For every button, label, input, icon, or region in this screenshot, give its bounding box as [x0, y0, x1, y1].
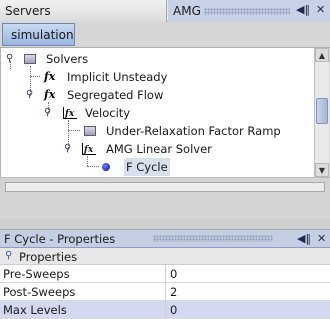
property-name: Max Levels	[3, 303, 67, 317]
tab-servers[interactable]: Servers	[0, 0, 167, 22]
close-icon[interactable]: ✕	[316, 3, 325, 16]
collapse-icon[interactable]: ⚲	[6, 54, 13, 64]
tree-item-label: Implicit Unsteady	[67, 70, 168, 84]
tree-item-f-cycle[interactable]: F Cycle	[1, 158, 314, 176]
scroll-down-icon[interactable]: ▼	[315, 163, 329, 177]
tab-amg-label: AMG	[173, 4, 201, 18]
scroll-up-icon[interactable]: ▲	[315, 48, 329, 62]
collapse-icon[interactable]: ⚲	[64, 144, 71, 154]
column-separator	[165, 283, 166, 301]
object-tree[interactable]: ⚲ Solvers fx Implicit Unsteady ⚲ fx Segr…	[0, 48, 314, 177]
tree-item-velocity[interactable]: ⚲ fx Velocity	[1, 104, 314, 122]
column-separator	[165, 301, 166, 319]
column-separator	[165, 265, 166, 283]
property-value[interactable]: 2	[170, 285, 177, 299]
tree-scrollbar[interactable]: ▲ ▼	[314, 48, 329, 177]
property-name: Pre-Sweeps	[3, 267, 70, 281]
velocity-icon: fx	[63, 107, 77, 119]
top-tab-bar: Servers AMG ◀‖ ✕	[0, 0, 330, 22]
drag-grip-icon[interactable]	[204, 8, 290, 15]
scroll-thumb[interactable]	[316, 98, 328, 124]
function-icon: fx	[44, 70, 56, 83]
property-row-max-levels[interactable]: Max Levels 0	[0, 301, 330, 319]
collapse-icon[interactable]: ⚲	[5, 250, 12, 261]
property-row-pre-sweeps[interactable]: Pre-Sweeps 0	[0, 265, 330, 283]
tab-servers-label: Servers	[5, 4, 51, 18]
velocity-icon: fx	[82, 143, 96, 155]
tree-item-under-relaxation-factor-ramp[interactable]: Under-Relaxation Factor Ramp	[1, 122, 314, 140]
tree-item-implicit-unsteady[interactable]: fx Implicit Unsteady	[1, 68, 314, 86]
close-icon[interactable]: ✕	[317, 232, 326, 245]
property-value[interactable]: 0	[170, 303, 177, 317]
collapse-icon[interactable]: ⚲	[44, 108, 51, 118]
tree-item-segregated-flow[interactable]: ⚲ fx Segregated Flow	[1, 86, 314, 104]
drag-grip-icon[interactable]	[153, 235, 273, 242]
properties-title: F Cycle - Properties	[4, 232, 116, 246]
pin-panel-icon[interactable]: ◀‖	[296, 3, 310, 16]
tree-item-amg-linear-solver[interactable]: ⚲ fx AMG Linear Solver	[1, 140, 314, 158]
tree-item-label: F Cycle	[124, 158, 170, 176]
tree-item-label: Solvers	[46, 52, 89, 66]
panel-divider[interactable]	[0, 219, 330, 230]
collapse-icon[interactable]: ⚲	[26, 90, 33, 100]
simulation-button[interactable]: simulation	[2, 23, 75, 46]
property-name: Post-Sweeps	[3, 285, 76, 299]
properties-group-label: Properties	[19, 250, 78, 264]
tree-item-label: Velocity	[85, 106, 131, 120]
property-value[interactable]: 0	[170, 267, 177, 281]
simulation-button-label: simulation	[11, 28, 74, 42]
blue-dot-icon	[102, 163, 110, 171]
folder-icon	[24, 54, 36, 64]
progress-bar	[5, 182, 325, 192]
property-row-post-sweeps[interactable]: Post-Sweeps 2	[0, 283, 330, 301]
function-icon: fx	[44, 88, 56, 101]
pin-panel-icon[interactable]: ◀‖	[297, 232, 311, 245]
tree-item-label: Segregated Flow	[67, 88, 164, 102]
tree-item-solvers[interactable]: ⚲ Solvers	[1, 50, 314, 68]
tree-item-label: Under-Relaxation Factor Ramp	[106, 124, 281, 138]
tree-item-label: AMG Linear Solver	[106, 142, 212, 156]
properties-group[interactable]: ⚲ Properties	[0, 248, 330, 265]
tab-amg[interactable]: AMG ◀‖ ✕	[168, 0, 330, 22]
folder-icon	[84, 126, 96, 136]
